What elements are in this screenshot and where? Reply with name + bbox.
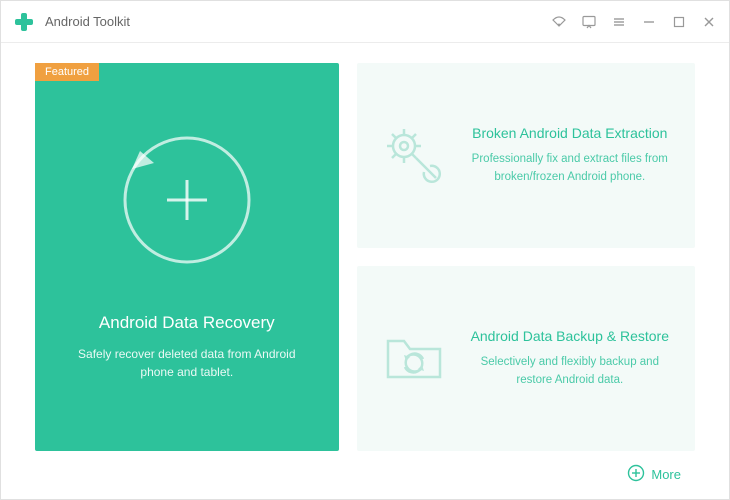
gear-wrench-icon bbox=[371, 113, 457, 199]
backup-text: Android Data Backup & Restore Selectivel… bbox=[463, 328, 677, 389]
folder-sync-icon bbox=[371, 316, 457, 402]
wifi-icon[interactable] bbox=[551, 14, 567, 30]
minimize-button[interactable] bbox=[641, 14, 657, 30]
plus-circle-icon bbox=[627, 464, 645, 485]
titlebar: Android Toolkit bbox=[1, 1, 729, 43]
extraction-desc: Professionally fix and extract files fro… bbox=[463, 151, 677, 186]
card-android-backup-restore[interactable]: Android Data Backup & Restore Selectivel… bbox=[357, 266, 695, 451]
maximize-button[interactable] bbox=[671, 14, 687, 30]
app-window: Android Toolkit Featured bbox=[0, 0, 730, 500]
card-broken-android-extraction[interactable]: Broken Android Data Extraction Professio… bbox=[357, 63, 695, 248]
right-column: Broken Android Data Extraction Professio… bbox=[357, 63, 695, 451]
close-button[interactable] bbox=[701, 14, 717, 30]
app-title: Android Toolkit bbox=[45, 14, 551, 29]
extraction-title: Broken Android Data Extraction bbox=[463, 125, 677, 141]
more-label: More bbox=[651, 467, 681, 482]
feedback-icon[interactable] bbox=[581, 14, 597, 30]
window-controls bbox=[551, 14, 717, 30]
recovery-desc: Safely recover deleted data from Android… bbox=[35, 345, 339, 381]
card-android-data-recovery[interactable]: Featured Android Data Recovery Safely re… bbox=[35, 63, 339, 451]
content-area: Featured Android Data Recovery Safely re… bbox=[1, 43, 729, 451]
backup-title: Android Data Backup & Restore bbox=[463, 328, 677, 344]
recovery-title: Android Data Recovery bbox=[99, 313, 275, 333]
backup-desc: Selectively and flexibly backup and rest… bbox=[463, 354, 677, 389]
featured-badge: Featured bbox=[35, 63, 99, 81]
menu-icon[interactable] bbox=[611, 14, 627, 30]
more-button[interactable]: More bbox=[627, 464, 681, 485]
app-logo-icon bbox=[13, 11, 35, 33]
recovery-icon bbox=[112, 125, 262, 275]
extraction-text: Broken Android Data Extraction Professio… bbox=[463, 125, 677, 186]
